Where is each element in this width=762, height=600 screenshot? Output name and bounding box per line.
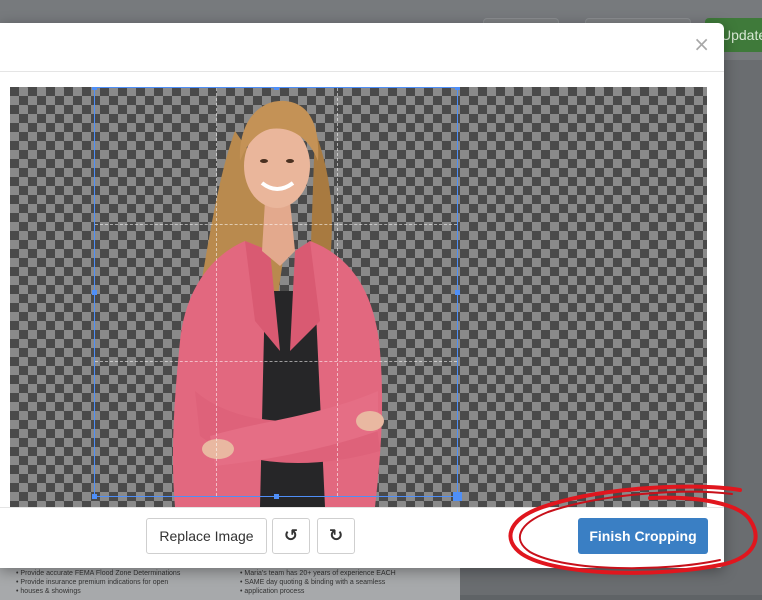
background-doc-column: Maria's team has 20+ years of experience… <box>240 569 455 596</box>
crop-image-modal: × Replace Image ↺ ↻ Finish Cropping <box>0 23 724 568</box>
rotate-right-icon[interactable]: ↻ <box>317 518 355 554</box>
crop-handle[interactable] <box>92 87 97 90</box>
doc-bullet: Maria's team has 20+ years of experience… <box>240 569 455 578</box>
doc-bullet: SAME day quoting & binding with a seamle… <box>240 578 455 587</box>
modal-footer: Replace Image ↺ ↻ Finish Cropping <box>0 507 724 569</box>
image-crop-area[interactable] <box>10 87 707 507</box>
close-icon[interactable]: × <box>693 32 710 56</box>
finish-cropping-button[interactable]: Finish Cropping <box>578 518 708 554</box>
crop-handle[interactable] <box>455 290 460 295</box>
crop-guide <box>337 88 338 496</box>
replace-image-button[interactable]: Replace Image <box>146 518 267 554</box>
crop-guide <box>95 361 457 362</box>
background-doc-column: Provide accurate FEMA Flood Zone Determi… <box>16 569 231 596</box>
doc-bullet: Provide insurance premium indications fo… <box>16 578 231 587</box>
modal-header: × <box>0 23 724 72</box>
crop-selection-box[interactable] <box>92 87 462 501</box>
doc-bullet: Provide accurate FEMA Flood Zone Determi… <box>16 569 231 578</box>
crop-handle[interactable] <box>92 290 97 295</box>
crop-guide <box>216 88 217 496</box>
crop-handle[interactable] <box>274 494 279 499</box>
crop-handle[interactable] <box>455 87 460 90</box>
crop-guide <box>95 224 457 225</box>
crop-handle[interactable] <box>453 492 462 501</box>
crop-handle[interactable] <box>274 87 279 90</box>
crop-handle[interactable] <box>92 494 97 499</box>
rotate-left-icon[interactable]: ↺ <box>272 518 310 554</box>
